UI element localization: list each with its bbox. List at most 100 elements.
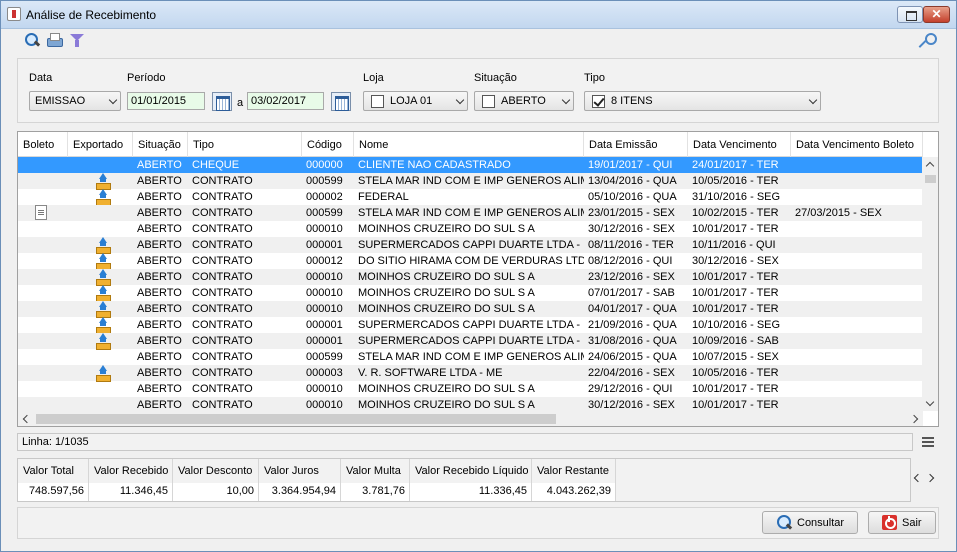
cell-nome: CLIENTE NAO CADASTRADO bbox=[358, 159, 511, 171]
column-header[interactable]: Boleto bbox=[18, 132, 68, 157]
scroll-thumb[interactable] bbox=[925, 175, 936, 183]
hscroll-thumb[interactable] bbox=[36, 414, 556, 424]
situacao-select[interactable]: ABERTO bbox=[474, 91, 574, 111]
column-header[interactable]: Tipo bbox=[188, 132, 302, 157]
table-row[interactable]: ABERTO CONTRATO 000010 MOINHOS CRUZEIRO DO … bbox=[18, 381, 923, 397]
scroll-left-icon[interactable] bbox=[22, 414, 32, 424]
column-header[interactable]: Situação bbox=[133, 132, 188, 157]
cell-tipo: CONTRATO bbox=[192, 287, 253, 299]
cell-emissao: 21/09/2016 - QUA bbox=[588, 319, 677, 331]
total-column: Valor Total 748.597,56 bbox=[18, 459, 89, 501]
cell-emissao: 07/01/2017 - SAB bbox=[588, 287, 675, 299]
cell-emissao: 29/12/2016 - QUI bbox=[588, 383, 673, 395]
cell-tipo: CONTRATO bbox=[192, 207, 253, 219]
total-column: Valor Restante 4.043.262,39 bbox=[532, 459, 616, 501]
tipo-checkbox[interactable] bbox=[592, 95, 605, 108]
loja-select[interactable]: LOJA 01 bbox=[363, 91, 468, 111]
cell-codigo: 000003 bbox=[306, 367, 343, 379]
scroll-up-icon[interactable] bbox=[925, 161, 935, 171]
date-to-field[interactable]: 03/02/2017 bbox=[247, 92, 324, 110]
menu-icon[interactable] bbox=[922, 437, 934, 447]
boleto-document-icon[interactable] bbox=[35, 205, 47, 220]
cell-situacao: ABERTO bbox=[137, 303, 182, 315]
totals-panel: Valor Total 748.597,56 Valor Recebido 11.34… bbox=[17, 458, 911, 502]
tipo-select[interactable]: 8 ITENS bbox=[584, 91, 821, 111]
horizontal-scrollbar[interactable] bbox=[18, 411, 923, 426]
data-select[interactable]: EMISSAO bbox=[29, 91, 121, 111]
sair-button[interactable]: Sair bbox=[868, 511, 936, 534]
loja-label: Loja bbox=[363, 72, 384, 84]
column-header[interactable]: Data Vencimento Boleto bbox=[791, 132, 923, 157]
loja-select-value: LOJA 01 bbox=[390, 95, 433, 107]
cell-vencimento: 10/01/2017 - TER bbox=[692, 303, 779, 315]
cell-situacao: ABERTO bbox=[137, 383, 182, 395]
receivables-table[interactable]: Boleto Exportado Situação Tipo Código Nome Dat… bbox=[17, 131, 939, 427]
cell-venc_boleto bbox=[791, 285, 923, 301]
table-row[interactable]: ABERTO CHEQUE 000000 CLIENTE NAO CADASTRADO… bbox=[18, 157, 923, 173]
table-row[interactable]: ABERTO CONTRATO 000003 V. R. SOFTWARE LTDA … bbox=[18, 365, 923, 382]
table-row[interactable]: ABERTO CONTRATO 000599 STELA MAR IND COM E … bbox=[18, 349, 923, 365]
cell-situacao: ABERTO bbox=[137, 159, 182, 171]
chevron-down-icon bbox=[108, 95, 118, 105]
total-label: Valor Juros bbox=[264, 465, 319, 477]
filter-icon[interactable] bbox=[69, 32, 85, 48]
table-row[interactable]: ABERTO CONTRATO 000001 SUPERMERCADOS CAPPI … bbox=[18, 237, 923, 254]
table-row[interactable]: ABERTO CONTRATO 000010 MOINHOS CRUZEIRO DO … bbox=[18, 221, 923, 237]
maximize-button[interactable] bbox=[897, 6, 923, 23]
close-button[interactable]: ✕ bbox=[923, 6, 950, 23]
cell-venc_boleto bbox=[791, 381, 923, 397]
cell-venc_boleto bbox=[791, 269, 923, 285]
search-icon[interactable] bbox=[24, 32, 40, 48]
cell-nome: DO SITIO HIRAMA COM DE VERDURAS LTDA bbox=[358, 255, 584, 267]
date-from-field[interactable]: 01/01/2015 bbox=[127, 92, 205, 110]
chevron-down-icon bbox=[455, 95, 465, 105]
table-row[interactable]: ABERTO CONTRATO 000001 SUPERMERCADOS CAPPI … bbox=[18, 317, 923, 334]
calendar-to-icon[interactable] bbox=[331, 92, 351, 111]
cell-tipo: CONTRATO bbox=[192, 175, 253, 187]
loja-checkbox[interactable] bbox=[371, 95, 384, 108]
column-header[interactable]: Exportado bbox=[68, 132, 133, 157]
key-icon[interactable] bbox=[918, 32, 937, 48]
column-header[interactable]: Data Emissão bbox=[584, 132, 688, 157]
table-row[interactable]: ABERTO CONTRATO 000010 MOINHOS CRUZEIRO DO … bbox=[18, 301, 923, 318]
column-header[interactable]: Nome bbox=[354, 132, 584, 157]
calendar-from-icon[interactable] bbox=[212, 92, 232, 111]
total-value: 11.346,45 bbox=[89, 483, 172, 501]
cell-nome: STELA MAR IND COM E IMP GENEROS ALIM L bbox=[358, 175, 584, 187]
total-label: Valor Desconto bbox=[178, 465, 253, 477]
search-icon bbox=[777, 515, 791, 529]
vertical-scrollbar[interactable] bbox=[922, 157, 938, 411]
table-row[interactable]: ABERTO CONTRATO 000599 STELA MAR IND COM E … bbox=[18, 205, 923, 221]
table-row[interactable]: ABERTO CONTRATO 000012 DO SITIO HIRAMA COM … bbox=[18, 253, 923, 270]
data-label: Data bbox=[29, 72, 53, 84]
tipo-select-value: 8 ITENS bbox=[611, 95, 653, 107]
cell-tipo: CONTRATO bbox=[192, 319, 253, 331]
cell-vencimento: 10/01/2017 - TER bbox=[692, 271, 779, 283]
cell-emissao: 04/01/2017 - QUA bbox=[588, 303, 677, 315]
column-header[interactable]: Código bbox=[302, 132, 354, 157]
cell-emissao: 31/08/2016 - QUA bbox=[588, 335, 677, 347]
cell-nome: MOINHOS CRUZEIRO DO SUL S A bbox=[358, 383, 535, 395]
cell-codigo: 000012 bbox=[306, 255, 343, 267]
cell-situacao: ABERTO bbox=[137, 207, 182, 219]
table-row[interactable]: ABERTO CONTRATO 000010 MOINHOS CRUZEIRO DO … bbox=[18, 269, 923, 286]
cell-tipo: CONTRATO bbox=[192, 255, 253, 267]
chevron-down-icon bbox=[561, 95, 571, 105]
cell-codigo: 000010 bbox=[306, 287, 343, 299]
table-row[interactable]: ABERTO CONTRATO 000599 STELA MAR IND COM E … bbox=[18, 173, 923, 190]
column-header[interactable]: Data Vencimento bbox=[688, 132, 791, 157]
table-row[interactable]: ABERTO CONTRATO 000002 FEDERAL 05/10/2016 - … bbox=[18, 189, 923, 206]
table-row[interactable]: ABERTO CONTRATO 000010 MOINHOS CRUZEIRO DO … bbox=[18, 285, 923, 302]
situacao-checkbox[interactable] bbox=[482, 95, 495, 108]
cell-nome: STELA MAR IND COM E IMP GENEROS ALIM L bbox=[358, 207, 584, 219]
cell-vencimento: 10/10/2016 - SEG bbox=[692, 319, 781, 331]
cell-codigo: 000000 bbox=[306, 159, 343, 171]
table-row[interactable]: ABERTO CONTRATO 000001 SUPERMERCADOS CAPPI … bbox=[18, 333, 923, 350]
scroll-down-icon[interactable] bbox=[925, 397, 935, 407]
cell-codigo: 000599 bbox=[306, 175, 343, 187]
window-title: Análise de Recebimento bbox=[26, 8, 157, 22]
consultar-button[interactable]: Consultar bbox=[762, 511, 858, 534]
cell-situacao: ABERTO bbox=[137, 319, 182, 331]
scroll-right-icon[interactable] bbox=[909, 414, 919, 424]
print-icon[interactable] bbox=[46, 32, 63, 48]
